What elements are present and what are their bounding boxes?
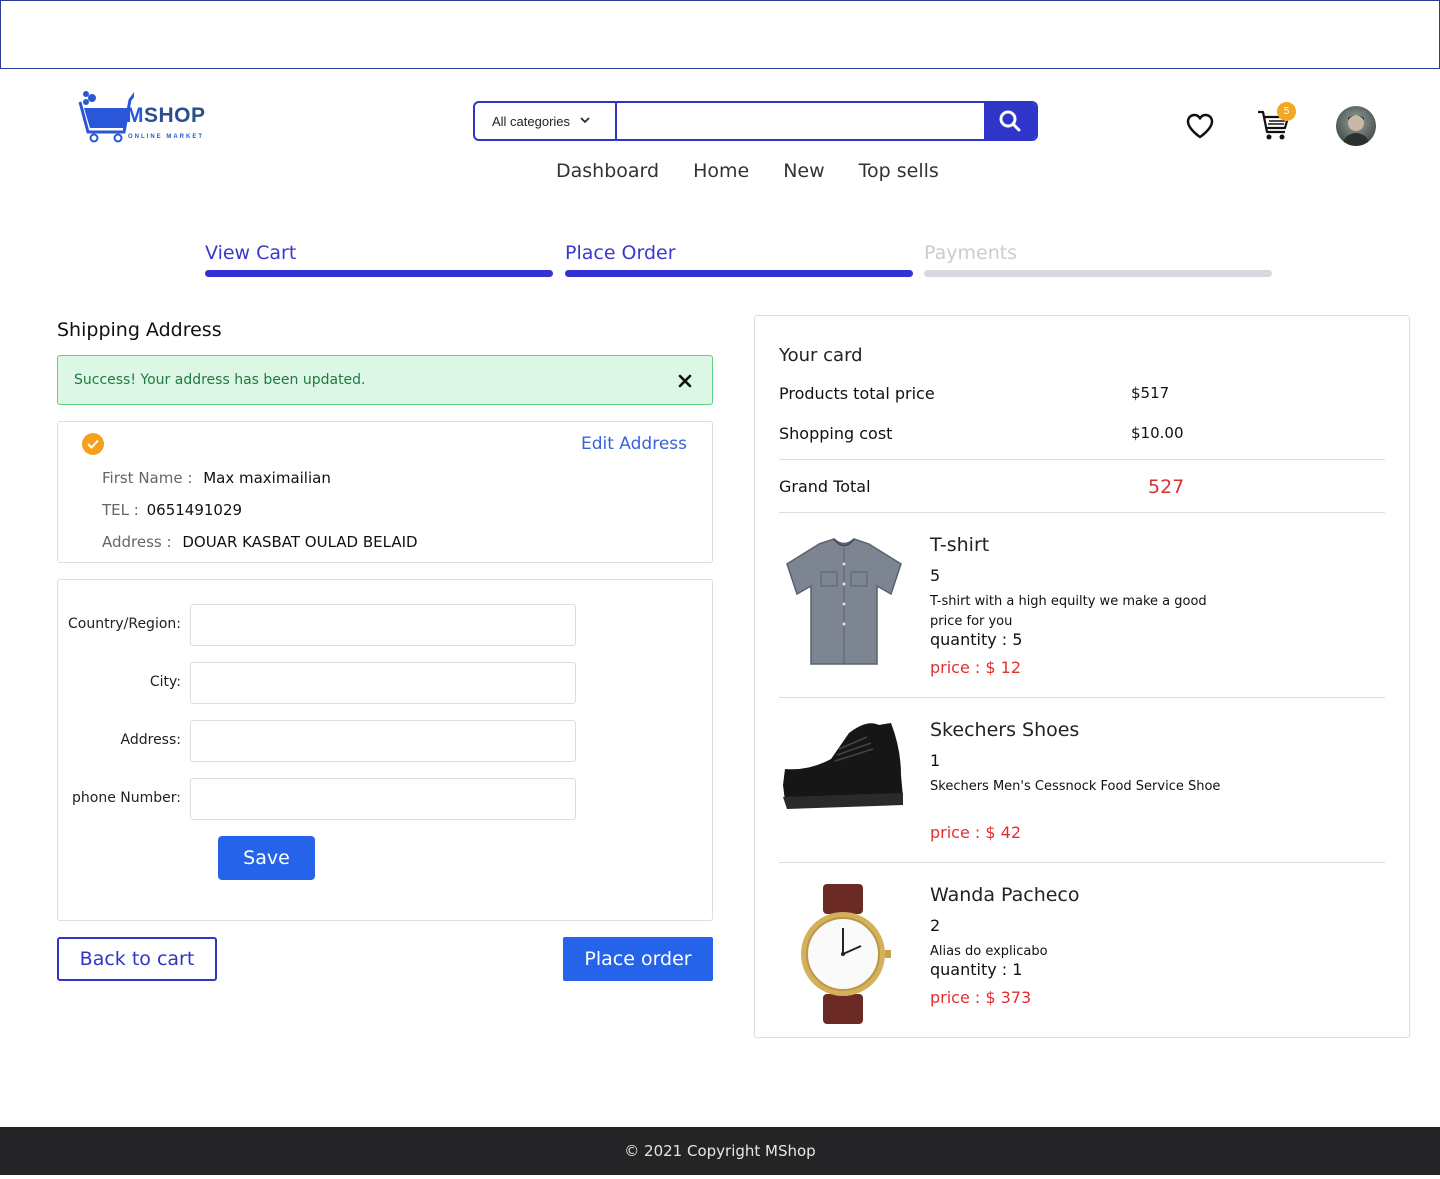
phone-input[interactable]	[190, 778, 576, 820]
cart-item: Skechers Shoes 1 Skechers Men's Cessnock…	[779, 719, 1385, 884]
grand-total-label: Grand Total	[779, 477, 871, 496]
close-icon[interactable]	[678, 369, 692, 393]
nav-home[interactable]: Home	[693, 160, 749, 182]
divider	[779, 862, 1385, 863]
country-label: Country/Region:	[68, 616, 181, 632]
shipping-cost-value: $10.00	[1131, 424, 1184, 442]
step-progress-bar	[565, 270, 913, 277]
products-total-label: Products total price	[779, 384, 935, 403]
grand-total-value: 527	[1148, 476, 1185, 498]
city-input[interactable]	[190, 662, 576, 704]
item-price: price : $ 42	[930, 823, 1022, 842]
step-progress-bar	[924, 270, 1272, 277]
address-input-label: Address:	[120, 732, 181, 748]
city-label: City:	[149, 674, 181, 690]
nav-new[interactable]: New	[783, 160, 824, 182]
country-row: Country/Region:	[58, 604, 712, 646]
cart-count-badge: 5	[1277, 102, 1296, 121]
place-order-button[interactable]: Place order	[563, 937, 713, 981]
item-name[interactable]: Wanda Pacheco	[930, 884, 1080, 906]
copyright-text: © 2021 Copyright MShop	[624, 1142, 816, 1160]
edit-address-link[interactable]: Edit Address	[581, 434, 687, 454]
check-circle-icon	[82, 433, 104, 455]
address-input-row: Address:	[58, 720, 712, 762]
divider	[779, 512, 1385, 513]
order-summary: Your card Products total price $517 Shop…	[754, 315, 1410, 1038]
step-view-cart[interactable]: View Cart	[205, 242, 553, 277]
first-name-value: Max maximailian	[203, 469, 331, 487]
products-total-row: Products total price $517	[779, 384, 1385, 403]
address-value: DOUAR KASBAT OULAD BELAID	[182, 533, 418, 551]
country-input[interactable]	[190, 604, 576, 646]
phone-label: phone Number:	[72, 790, 181, 806]
category-select-value: All categories	[492, 113, 571, 129]
item-description: T-shirt with a high equilty we make a go…	[930, 594, 1207, 629]
back-to-cart-button[interactable]: Back to cart	[57, 937, 217, 981]
item-price: price : $ 373	[930, 988, 1032, 1007]
address-row: Address : DOUAR KASBAT OULAD BELAID	[102, 533, 418, 551]
item-quantity: quantity : 5	[930, 630, 1023, 649]
search-input[interactable]	[617, 103, 984, 139]
footer: © 2021 Copyright MShop	[0, 1127, 1440, 1175]
tel-value: 0651491029	[146, 501, 243, 519]
tel-label: TEL :	[102, 501, 139, 519]
summary-title: Your card	[779, 345, 863, 366]
logo[interactable]: MSHOP ONLINE MARKET	[78, 88, 218, 144]
tel-row: TEL : 0651491029	[102, 501, 242, 519]
nav-top-sells[interactable]: Top sells	[859, 160, 939, 182]
address-label: Address :	[102, 533, 172, 551]
item-description: Alias do explicabo	[930, 944, 1048, 959]
cart-item: Wanda Pacheco 2 Alias do explicabo quant…	[779, 884, 1385, 1049]
main-nav: Dashboard Home New Top sells	[556, 160, 939, 182]
step-label: Payments	[924, 242, 1018, 264]
item-name[interactable]: T-shirt	[930, 534, 989, 556]
divider	[779, 459, 1385, 460]
phone-row: phone Number:	[58, 778, 712, 820]
item-number: 2	[930, 916, 941, 935]
step-payments[interactable]: Payments	[924, 242, 1272, 277]
step-label: Place Order	[565, 242, 676, 264]
heart-icon[interactable]	[1186, 113, 1214, 139]
save-button[interactable]: Save	[218, 836, 315, 880]
item-number: 5	[930, 566, 941, 585]
shipping-cost-row: Shopping cost $10.00	[779, 424, 1385, 443]
first-name-label: First Name :	[102, 469, 193, 487]
item-name[interactable]: Skechers Shoes	[930, 719, 1079, 741]
shoe-image	[783, 723, 903, 809]
address-card: Edit Address First Name : Max maximailia…	[57, 421, 713, 563]
cart-item: T-shirt 5 T-shirt with a high equilty we…	[779, 534, 1385, 699]
category-select[interactable]: All categories	[475, 103, 617, 139]
shipping-address-title: Shipping Address	[57, 319, 222, 341]
grand-total-row: Grand Total 527	[779, 476, 1385, 498]
address-form: Country/Region: City: Address: phone Num…	[57, 579, 713, 921]
item-quantity: quantity : 1	[930, 960, 1023, 979]
logo-text: MSHOP	[126, 104, 206, 127]
avatar[interactable]	[1336, 106, 1376, 146]
item-number: 1	[930, 751, 941, 770]
step-place-order[interactable]: Place Order	[565, 242, 913, 277]
top-banner	[0, 0, 1440, 69]
search-bar: All categories	[473, 101, 1038, 141]
item-description: Skechers Men's Cessnock Food Service Sho…	[930, 779, 1221, 794]
address-input[interactable]	[190, 720, 576, 762]
nav-dashboard[interactable]: Dashboard	[556, 160, 659, 182]
chevron-down-icon	[580, 116, 590, 127]
tshirt-image	[786, 538, 902, 665]
alert-message: Success! Your address has been updated.	[74, 372, 366, 388]
watch-image	[801, 884, 891, 1024]
success-alert: Success! Your address has been updated.	[57, 355, 713, 405]
products-total-value: $517	[1131, 384, 1170, 402]
item-price: price : $ 12	[930, 658, 1022, 677]
city-row: City:	[58, 662, 712, 704]
user-avatar-image	[1342, 115, 1370, 146]
first-name-row: First Name : Max maximailian	[102, 469, 331, 487]
search-icon	[999, 110, 1021, 132]
logo-tagline: ONLINE MARKET	[128, 134, 204, 140]
search-button[interactable]	[984, 103, 1036, 139]
shipping-cost-label: Shopping cost	[779, 424, 893, 443]
step-progress-bar	[205, 270, 553, 277]
divider	[779, 697, 1385, 698]
step-label: View Cart	[205, 242, 297, 264]
